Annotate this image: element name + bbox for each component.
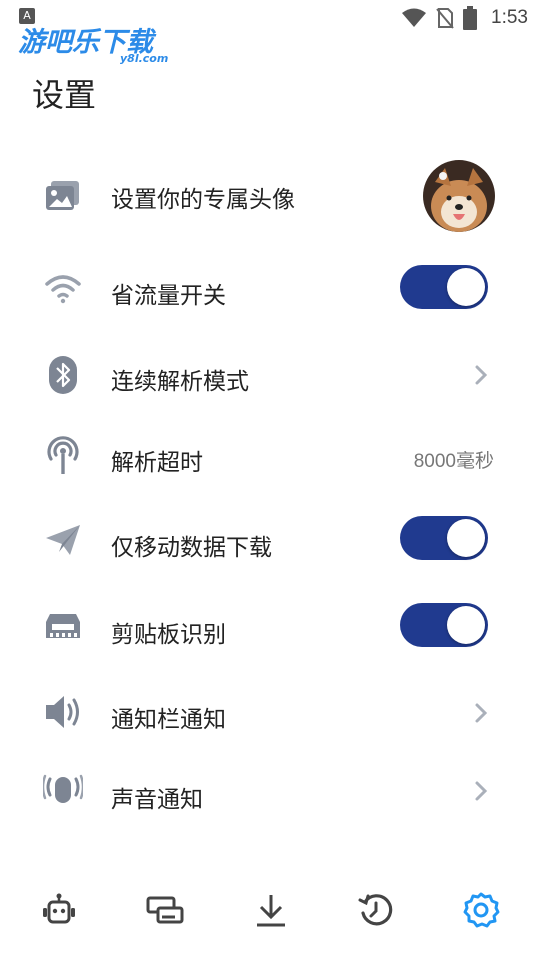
toggle-knob <box>447 268 485 306</box>
setting-row-sound-notification[interactable]: 声音通知 <box>0 752 540 832</box>
data-saver-toggle[interactable] <box>400 265 488 309</box>
clipboard-detect-toggle[interactable] <box>400 603 488 647</box>
nav-robot[interactable] <box>37 888 81 932</box>
watermark-sub: y8l.com <box>120 52 169 65</box>
nav-cards[interactable] <box>143 888 187 932</box>
nav-history[interactable] <box>354 888 398 932</box>
setting-label-sound-notification: 声音通知 <box>111 787 203 813</box>
chevron-right-icon <box>475 365 488 385</box>
robot-icon <box>43 893 75 924</box>
status-icons: 1:53 <box>401 6 528 30</box>
toggle-knob <box>447 519 485 557</box>
setting-row-data-saver[interactable]: 省流量开关 <box>0 247 540 327</box>
chevron-right-icon <box>475 703 488 723</box>
watermark-logo: 游吧乐下载 y8l.com <box>18 20 188 68</box>
setting-row-continuous-parse[interactable]: 连续解析模式 <box>0 336 540 416</box>
setting-row-clipboard-detect[interactable]: 剪贴板识别 <box>0 587 540 667</box>
setting-label-continuous-parse: 连续解析模式 <box>111 369 249 395</box>
mobile-data-download-toggle[interactable] <box>400 516 488 560</box>
clock: 1:53 <box>491 7 528 28</box>
image-card-icon <box>42 175 84 217</box>
paper-plane-icon <box>42 519 84 561</box>
setting-row-mobile-data-download[interactable]: 仅移动数据下载 <box>0 500 540 580</box>
setting-label-avatar: 设置你的专属头像 <box>111 187 295 213</box>
setting-label-mobile-data-download: 仅移动数据下载 <box>111 535 272 561</box>
memory-chip-icon <box>42 606 84 648</box>
setting-label-clipboard-detect: 剪贴板识别 <box>111 622 226 648</box>
page-title: 设置 <box>32 76 97 114</box>
toggle-knob <box>447 606 485 644</box>
battery-icon <box>463 6 478 30</box>
microphone-icon <box>42 770 84 812</box>
setting-label-parse-timeout: 解析超时 <box>111 450 203 476</box>
setting-label-notification-bar: 通知栏通知 <box>111 707 226 733</box>
download-icon <box>257 895 285 927</box>
setting-row-notification-bar[interactable]: 通知栏通知 <box>0 672 540 752</box>
nav-download[interactable] <box>249 888 293 932</box>
parse-timeout-value: 8000毫秒 <box>413 451 494 472</box>
nav-settings[interactable] <box>459 888 503 932</box>
settings-gear-icon <box>463 892 500 928</box>
avatar[interactable] <box>423 160 495 232</box>
no-sim-icon <box>436 8 454 29</box>
bluetooth-icon <box>42 354 84 396</box>
wifi-signal-icon <box>42 267 84 309</box>
setting-row-parse-timeout[interactable]: 解析超时 8000毫秒 <box>0 418 540 498</box>
speaker-icon <box>42 691 84 733</box>
chevron-right-icon <box>475 781 488 801</box>
bottom-nav <box>0 880 540 940</box>
setting-label-data-saver: 省流量开关 <box>111 283 226 309</box>
antenna-icon <box>42 434 84 476</box>
history-icon <box>358 894 393 926</box>
wifi-icon <box>402 8 427 27</box>
cards-icon <box>146 896 184 924</box>
